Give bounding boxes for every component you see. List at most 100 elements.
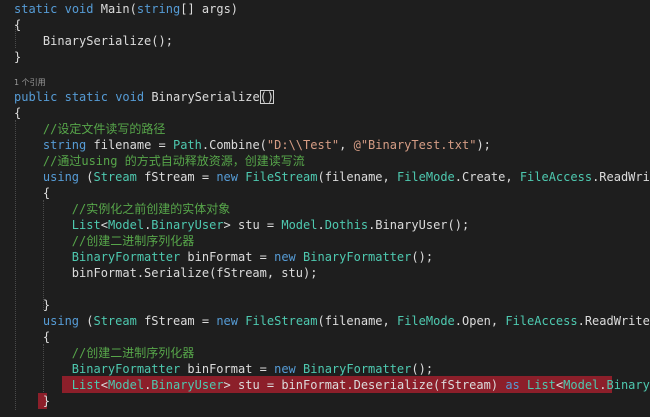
code-token: List (527, 378, 556, 392)
code-token: binFormat.Serialize(fStream, stu); (14, 266, 318, 280)
code-line: //通过using 的方式自动释放资源，创建读写流 (14, 153, 305, 169)
code-line: //创建二进制序列化器 (14, 233, 194, 249)
code-token: Model (281, 218, 318, 232)
code-line: BinarySerialize(); (14, 33, 173, 49)
code-line: List<Model.BinaryUser> stu = binFormat.D… (14, 377, 650, 393)
code-token: //实例化之前创建的实体对象 (71, 202, 231, 216)
code-token: @"BinaryTest.txt" (353, 138, 477, 152)
code-token: new (274, 250, 296, 264)
code-token: "D:\\Test" (266, 138, 340, 152)
code-token: FileStream (245, 170, 318, 184)
code-line: public static void BinarySerialize() (14, 89, 275, 105)
code-line: binFormat.Serialize(fStream, stu); (14, 265, 318, 281)
code-token: { (14, 186, 51, 200)
code-token: Model (107, 378, 145, 392)
code-token: } (14, 394, 51, 408)
code-line: BinaryFormatter binFormat = new BinaryFo… (14, 361, 433, 377)
code-token: > stu = binFormat.Deserialize(fStream) (223, 378, 506, 392)
code-token: binFormat = (180, 250, 275, 264)
code-token: Path (172, 138, 202, 152)
code-token: .BinaryUser(); (368, 218, 470, 232)
code-token: //设定文件读写的路径 (42, 122, 166, 136)
code-token: List (71, 378, 101, 392)
code-token: < (100, 218, 108, 232)
code-token: fStream = (136, 170, 217, 184)
code-token: .ReadWrite)) (577, 314, 650, 328)
code-line: { (14, 17, 21, 33)
code-token: new (216, 170, 239, 184)
code-token: FileAccess (505, 314, 578, 328)
code-token: void (64, 2, 94, 16)
code-editor[interactable]: 1 个引用 static void Main(string[] args){ B… (0, 0, 650, 417)
code-token: BinaryFormatter (303, 250, 412, 264)
code-token: ( (79, 170, 94, 184)
code-token: //通过using 的方式自动释放资源，创建读写流 (42, 154, 305, 168)
code-token: .Combine( (201, 138, 267, 152)
code-token: Stream (93, 170, 137, 184)
code-token: List (71, 218, 101, 232)
code-token: public (14, 90, 58, 104)
code-token: void (115, 90, 145, 104)
code-line: //创建二进制序列化器 (14, 345, 194, 361)
code-token: . (317, 218, 325, 232)
code-line: } (14, 49, 21, 65)
code-token: (filename, (317, 170, 397, 184)
code-token: BinaryFormatter (303, 362, 412, 376)
code-token: Model (563, 378, 600, 392)
code-line: { (14, 105, 21, 121)
code-token: FileAccess (519, 170, 593, 184)
code-token: FileMode (396, 314, 455, 328)
code-token: , (339, 138, 354, 152)
code-token: //创建二进制序列化器 (71, 346, 195, 360)
code-token: { (14, 18, 22, 32)
code-token: filename = (86, 138, 173, 152)
code-token: //创建二进制序列化器 (71, 234, 195, 248)
code-token: Main( (93, 2, 137, 16)
code-line: string filename = Path.Combine("D:\\Test… (14, 137, 491, 153)
matched-brace: () (259, 90, 275, 104)
code-token: } (14, 298, 51, 312)
code-token: } (14, 50, 22, 64)
code-token: string (136, 2, 181, 16)
code-token: using (42, 170, 80, 184)
code-token: Stream (93, 314, 137, 328)
code-token: .Create, (454, 170, 520, 184)
code-token: static (64, 90, 108, 104)
code-token: ); (476, 138, 491, 152)
code-token: (filename, (317, 314, 397, 328)
code-token: new (274, 362, 296, 376)
code-token: > stu = (223, 218, 282, 232)
codelens-reference-count[interactable]: 1 个引用 (14, 77, 46, 89)
code-token: using (42, 314, 80, 328)
code-line: { (14, 185, 50, 201)
code-token: { (14, 330, 51, 344)
code-line: //实例化之前创建的实体对象 (14, 201, 230, 217)
code-token: static (14, 2, 58, 16)
code-token: . (599, 378, 607, 392)
code-token: .Open, (454, 314, 506, 328)
code-token: new (216, 314, 239, 328)
code-token: string (42, 138, 87, 152)
code-line: using (Stream fStream = new FileStream(f… (14, 169, 650, 185)
code-token: ( (79, 314, 94, 328)
code-token: [] args) (180, 2, 239, 16)
code-token: BinarySerialize (144, 90, 260, 104)
code-line: List<Model.BinaryUser> stu = Model.Dothi… (14, 217, 469, 233)
code-token: fStream = (136, 314, 217, 328)
code-token: as (505, 378, 520, 392)
code-line: using (Stream fStream = new FileStream(f… (14, 313, 650, 329)
